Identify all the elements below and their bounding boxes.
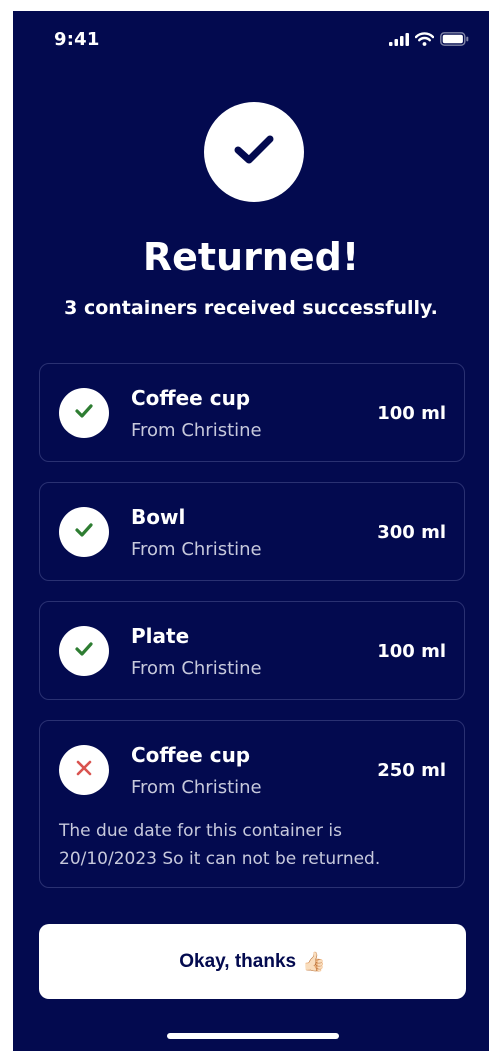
container-card: Plate From Christine 100 ml [39, 601, 465, 700]
thumbs-up-icon: 👍🏻 [302, 951, 326, 973]
status-badge [59, 388, 109, 438]
status-icons [389, 31, 469, 50]
status-badge [59, 626, 109, 676]
app-screen: 9:41 Returned! 3 containers received suc… [13, 11, 489, 1051]
home-indicator[interactable] [167, 1033, 339, 1039]
status-badge [59, 507, 109, 557]
check-icon [232, 133, 276, 171]
container-card: Bowl From Christine 300 ml [39, 482, 465, 581]
check-icon [74, 403, 94, 423]
rejection-note-line: 20/10/2023 So it can not be returned. [59, 849, 381, 869]
status-bar: 9:41 [13, 11, 489, 67]
okay-thanks-button[interactable]: Okay, thanks 👍🏻 [39, 924, 466, 999]
rejection-note: The due date for this container is 20/10… [59, 817, 439, 873]
container-name: Plate [131, 624, 190, 648]
check-icon [74, 641, 94, 661]
battery-icon [440, 31, 469, 50]
container-name: Coffee cup [131, 386, 251, 410]
container-card: Coffee cup From Christine 100 ml [39, 363, 465, 462]
container-size: 300 ml [377, 522, 446, 543]
container-size: 250 ml [377, 760, 446, 781]
container-size: 100 ml [377, 641, 446, 662]
container-owner: From Christine [131, 420, 262, 441]
container-card-rejected: Coffee cup From Christine 250 ml The due… [39, 720, 465, 888]
button-label: Okay, thanks [179, 950, 297, 972]
container-owner: From Christine [131, 777, 262, 798]
wifi-icon [414, 31, 435, 50]
status-time: 9:41 [54, 29, 100, 50]
container-owner: From Christine [131, 658, 262, 679]
page-title: Returned! [142, 235, 360, 279]
status-badge [59, 745, 109, 795]
container-name: Bowl [131, 505, 186, 529]
cross-icon [75, 759, 93, 781]
success-badge [204, 102, 304, 202]
page-subtitle: 3 containers received successfully. [64, 297, 438, 319]
container-name: Coffee cup [131, 743, 251, 767]
container-owner: From Christine [131, 539, 262, 560]
container-size: 100 ml [377, 403, 446, 424]
check-icon [74, 522, 94, 542]
rejection-note-line: The due date for this container is [59, 821, 342, 841]
signal-icon [389, 31, 409, 50]
